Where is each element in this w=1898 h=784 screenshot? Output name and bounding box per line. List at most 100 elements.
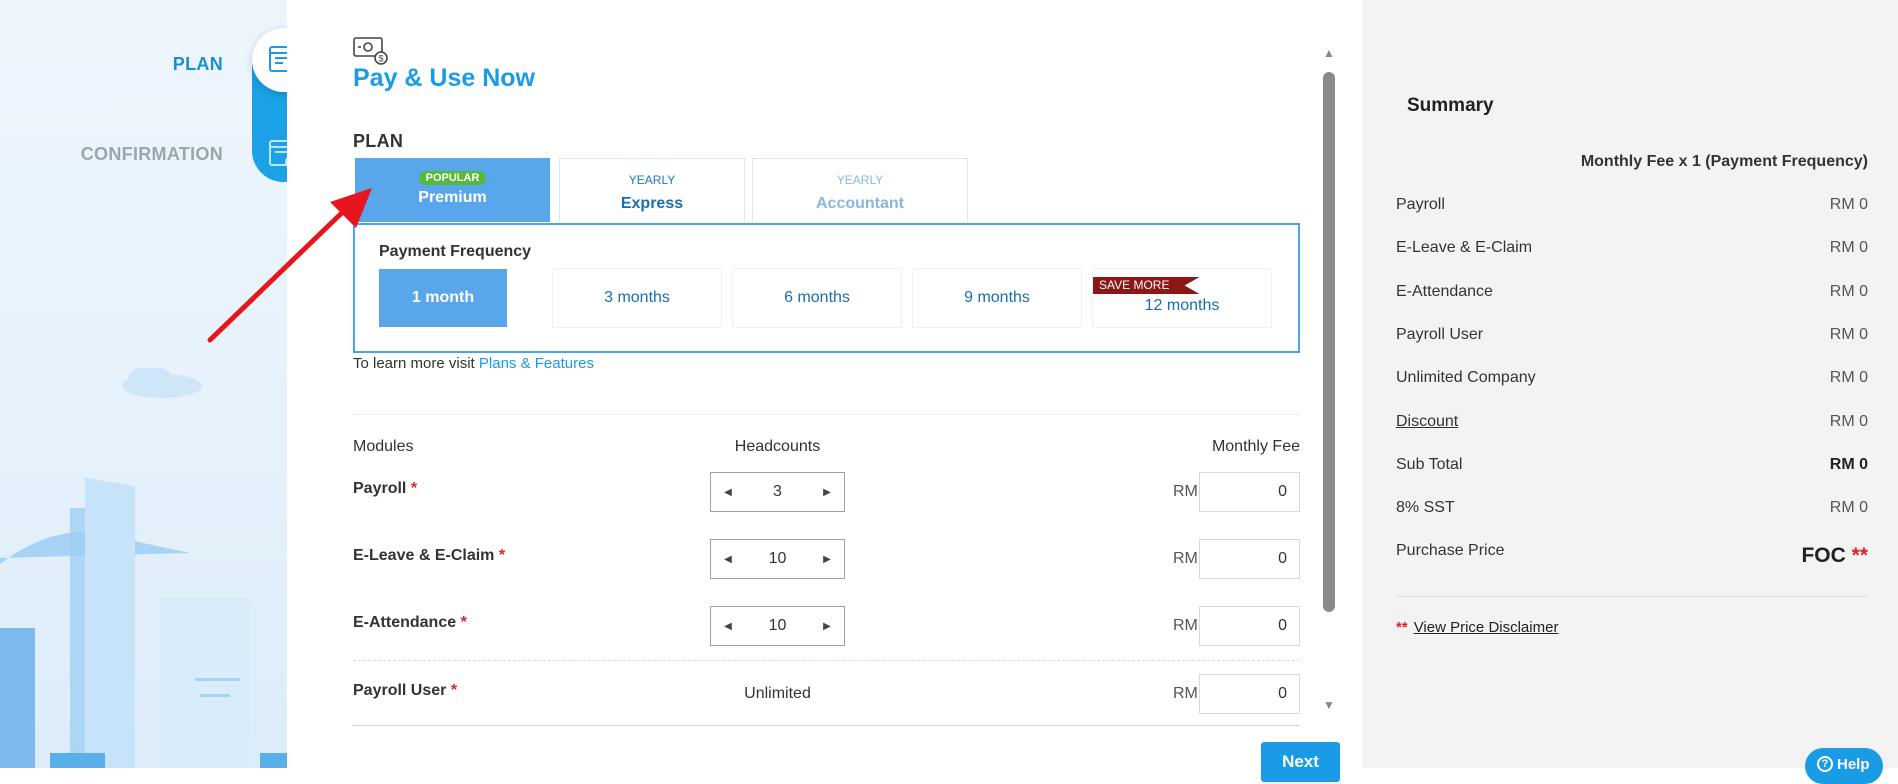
purchase-price-value: FOC **	[1801, 544, 1868, 568]
plan-tag: YEARLY	[628, 173, 676, 187]
section-divider	[353, 414, 1300, 415]
city-illustration	[0, 368, 287, 768]
popular-badge: POPULAR	[418, 171, 487, 185]
summary-panel: Summary Monthly Fee x 1 (Payment Frequen…	[1362, 0, 1898, 768]
learn-more-prefix: To learn more visit	[353, 355, 475, 372]
foc-text: FOC	[1801, 544, 1846, 567]
summary-row-subtotal: Sub Total RM 0	[1396, 456, 1868, 474]
red-arrow-annotation	[207, 188, 372, 343]
frequency-12-months[interactable]: SAVE MORE 12 months	[1093, 269, 1271, 327]
summary-value: RM 0	[1829, 239, 1868, 256]
summary-label: 8% SST	[1396, 499, 1455, 516]
plan-name: Accountant	[816, 195, 904, 212]
payroll-user-fee-input[interactable]	[1199, 674, 1300, 714]
eleave-headcount-stepper: ◀ 10 ▶	[710, 539, 845, 579]
scroll-up-icon[interactable]: ▲	[1322, 47, 1336, 59]
summary-label: Sub Total	[1396, 456, 1463, 473]
eleave-fee-input[interactable]	[1199, 539, 1300, 579]
save-more-ribbon: SAVE MORE	[1093, 277, 1200, 294]
learn-more-text: To learn more visit Plans & Features	[353, 355, 594, 372]
help-label: Help	[1837, 756, 1870, 773]
plan-heading: PLAN	[353, 131, 404, 151]
required-marker: *	[450, 682, 458, 699]
summary-label: E-Leave & E-Claim	[1396, 239, 1533, 256]
confirmation-form-icon	[264, 134, 287, 174]
summary-label: Payroll	[1396, 196, 1445, 213]
disclaimer-stars: **	[1396, 619, 1408, 636]
module-payroll-user-label: Payroll User *	[353, 682, 457, 700]
increment-icon[interactable]: ▶	[810, 473, 844, 511]
frequency-6-months[interactable]: 6 months	[733, 269, 901, 327]
monthly-fee-column-header: Monthly Fee	[1211, 438, 1300, 455]
modules-column-header: Modules	[353, 438, 414, 455]
currency-label: RM	[1173, 483, 1198, 500]
step-confirmation-label[interactable]: CONFIRMATION	[81, 144, 223, 165]
summary-value: RM 0	[1829, 196, 1868, 213]
summary-row: 8% SST RM 0	[1396, 499, 1868, 517]
headcount-unlimited: Unlimited	[744, 685, 811, 702]
required-marker: *	[410, 480, 418, 497]
plan-form-icon	[269, 46, 287, 72]
summary-label: Unlimited Company	[1396, 369, 1536, 386]
increment-icon[interactable]: ▶	[810, 540, 844, 578]
step-plan-label[interactable]: PLAN	[173, 54, 223, 75]
module-name: Payroll User	[353, 682, 447, 699]
discount-link[interactable]: Discount	[1396, 413, 1458, 430]
view-price-disclaimer-link[interactable]: View Price Disclaimer	[1414, 619, 1559, 636]
page-title: Pay & Use Now	[353, 64, 536, 92]
frequency-12-months-label: 12 months	[1144, 297, 1220, 314]
eattendance-fee-input[interactable]	[1199, 606, 1300, 646]
frequency-3-months[interactable]: 3 months	[553, 269, 721, 327]
increment-icon[interactable]: ▶	[810, 607, 844, 645]
summary-row: E-Attendance RM 0	[1396, 283, 1868, 301]
decrement-icon[interactable]: ◀	[711, 473, 745, 511]
summary-value: RM 0	[1829, 413, 1868, 430]
module-name: E-Leave & E-Claim	[353, 547, 495, 564]
summary-value: RM 0	[1829, 456, 1868, 473]
module-payroll-label: Payroll *	[353, 480, 417, 498]
eattendance-headcount-stepper: ◀ 10 ▶	[710, 606, 845, 646]
summary-row-purchase: Purchase Price	[1396, 542, 1868, 560]
headcount-value[interactable]: 3	[745, 483, 810, 501]
svg-text:$: $	[378, 54, 383, 64]
table-bottom-divider	[353, 725, 1300, 726]
payroll-fee-input[interactable]	[1199, 472, 1300, 512]
headcount-value[interactable]: 10	[745, 617, 810, 635]
frequency-1-month[interactable]: 1 month	[379, 269, 507, 327]
price-disclaimer: ** View Price Disclaimer	[1396, 619, 1558, 636]
decrement-icon[interactable]: ◀	[711, 540, 745, 578]
summary-label: Payroll User	[1396, 326, 1484, 343]
summary-value: RM 0	[1829, 499, 1868, 516]
payroll-headcount-stepper: ◀ 3 ▶	[710, 472, 845, 512]
step-sidebar: PLAN CONFIRMATION	[0, 0, 287, 768]
summary-value: RM 0	[1829, 283, 1868, 300]
help-icon: ?	[1817, 756, 1833, 772]
next-button[interactable]: Next	[1261, 742, 1340, 782]
summary-frequency-note: Monthly Fee x 1 (Payment Frequency)	[1580, 153, 1868, 170]
main-panel	[287, 0, 1362, 768]
tab-premium[interactable]: POPULAR Premium	[355, 158, 550, 222]
payment-frequency-label: Payment Frequency	[379, 243, 532, 260]
headcount-value[interactable]: 10	[745, 550, 810, 568]
scrollbar-thumb[interactable]	[1323, 72, 1335, 612]
foc-stars: **	[1851, 544, 1868, 567]
frequency-9-months[interactable]: 9 months	[913, 269, 1081, 327]
summary-value: RM 0	[1829, 326, 1868, 343]
summary-row: Unlimited Company RM 0	[1396, 369, 1868, 387]
plan-tag: YEARLY	[836, 173, 884, 187]
summary-row-discount: Discount RM 0	[1396, 413, 1868, 431]
plans-features-link[interactable]: Plans & Features	[479, 355, 594, 372]
summary-divider	[1396, 596, 1868, 597]
currency-label: RM	[1173, 617, 1198, 634]
tab-express[interactable]: YEARLY Express	[559, 158, 745, 222]
tab-accountant[interactable]: YEARLY Accountant	[752, 158, 968, 222]
decrement-icon[interactable]: ◀	[711, 607, 745, 645]
module-eattendance-label: E-Attendance *	[353, 614, 467, 632]
scroll-down-icon[interactable]: ▼	[1322, 699, 1336, 711]
plan-name: Premium	[418, 189, 487, 206]
currency-label: RM	[1173, 550, 1198, 567]
help-button[interactable]: ? Help	[1805, 748, 1883, 784]
summary-label: Purchase Price	[1396, 542, 1505, 559]
summary-row: Payroll User RM 0	[1396, 326, 1868, 344]
module-eleave-label: E-Leave & E-Claim *	[353, 547, 505, 565]
